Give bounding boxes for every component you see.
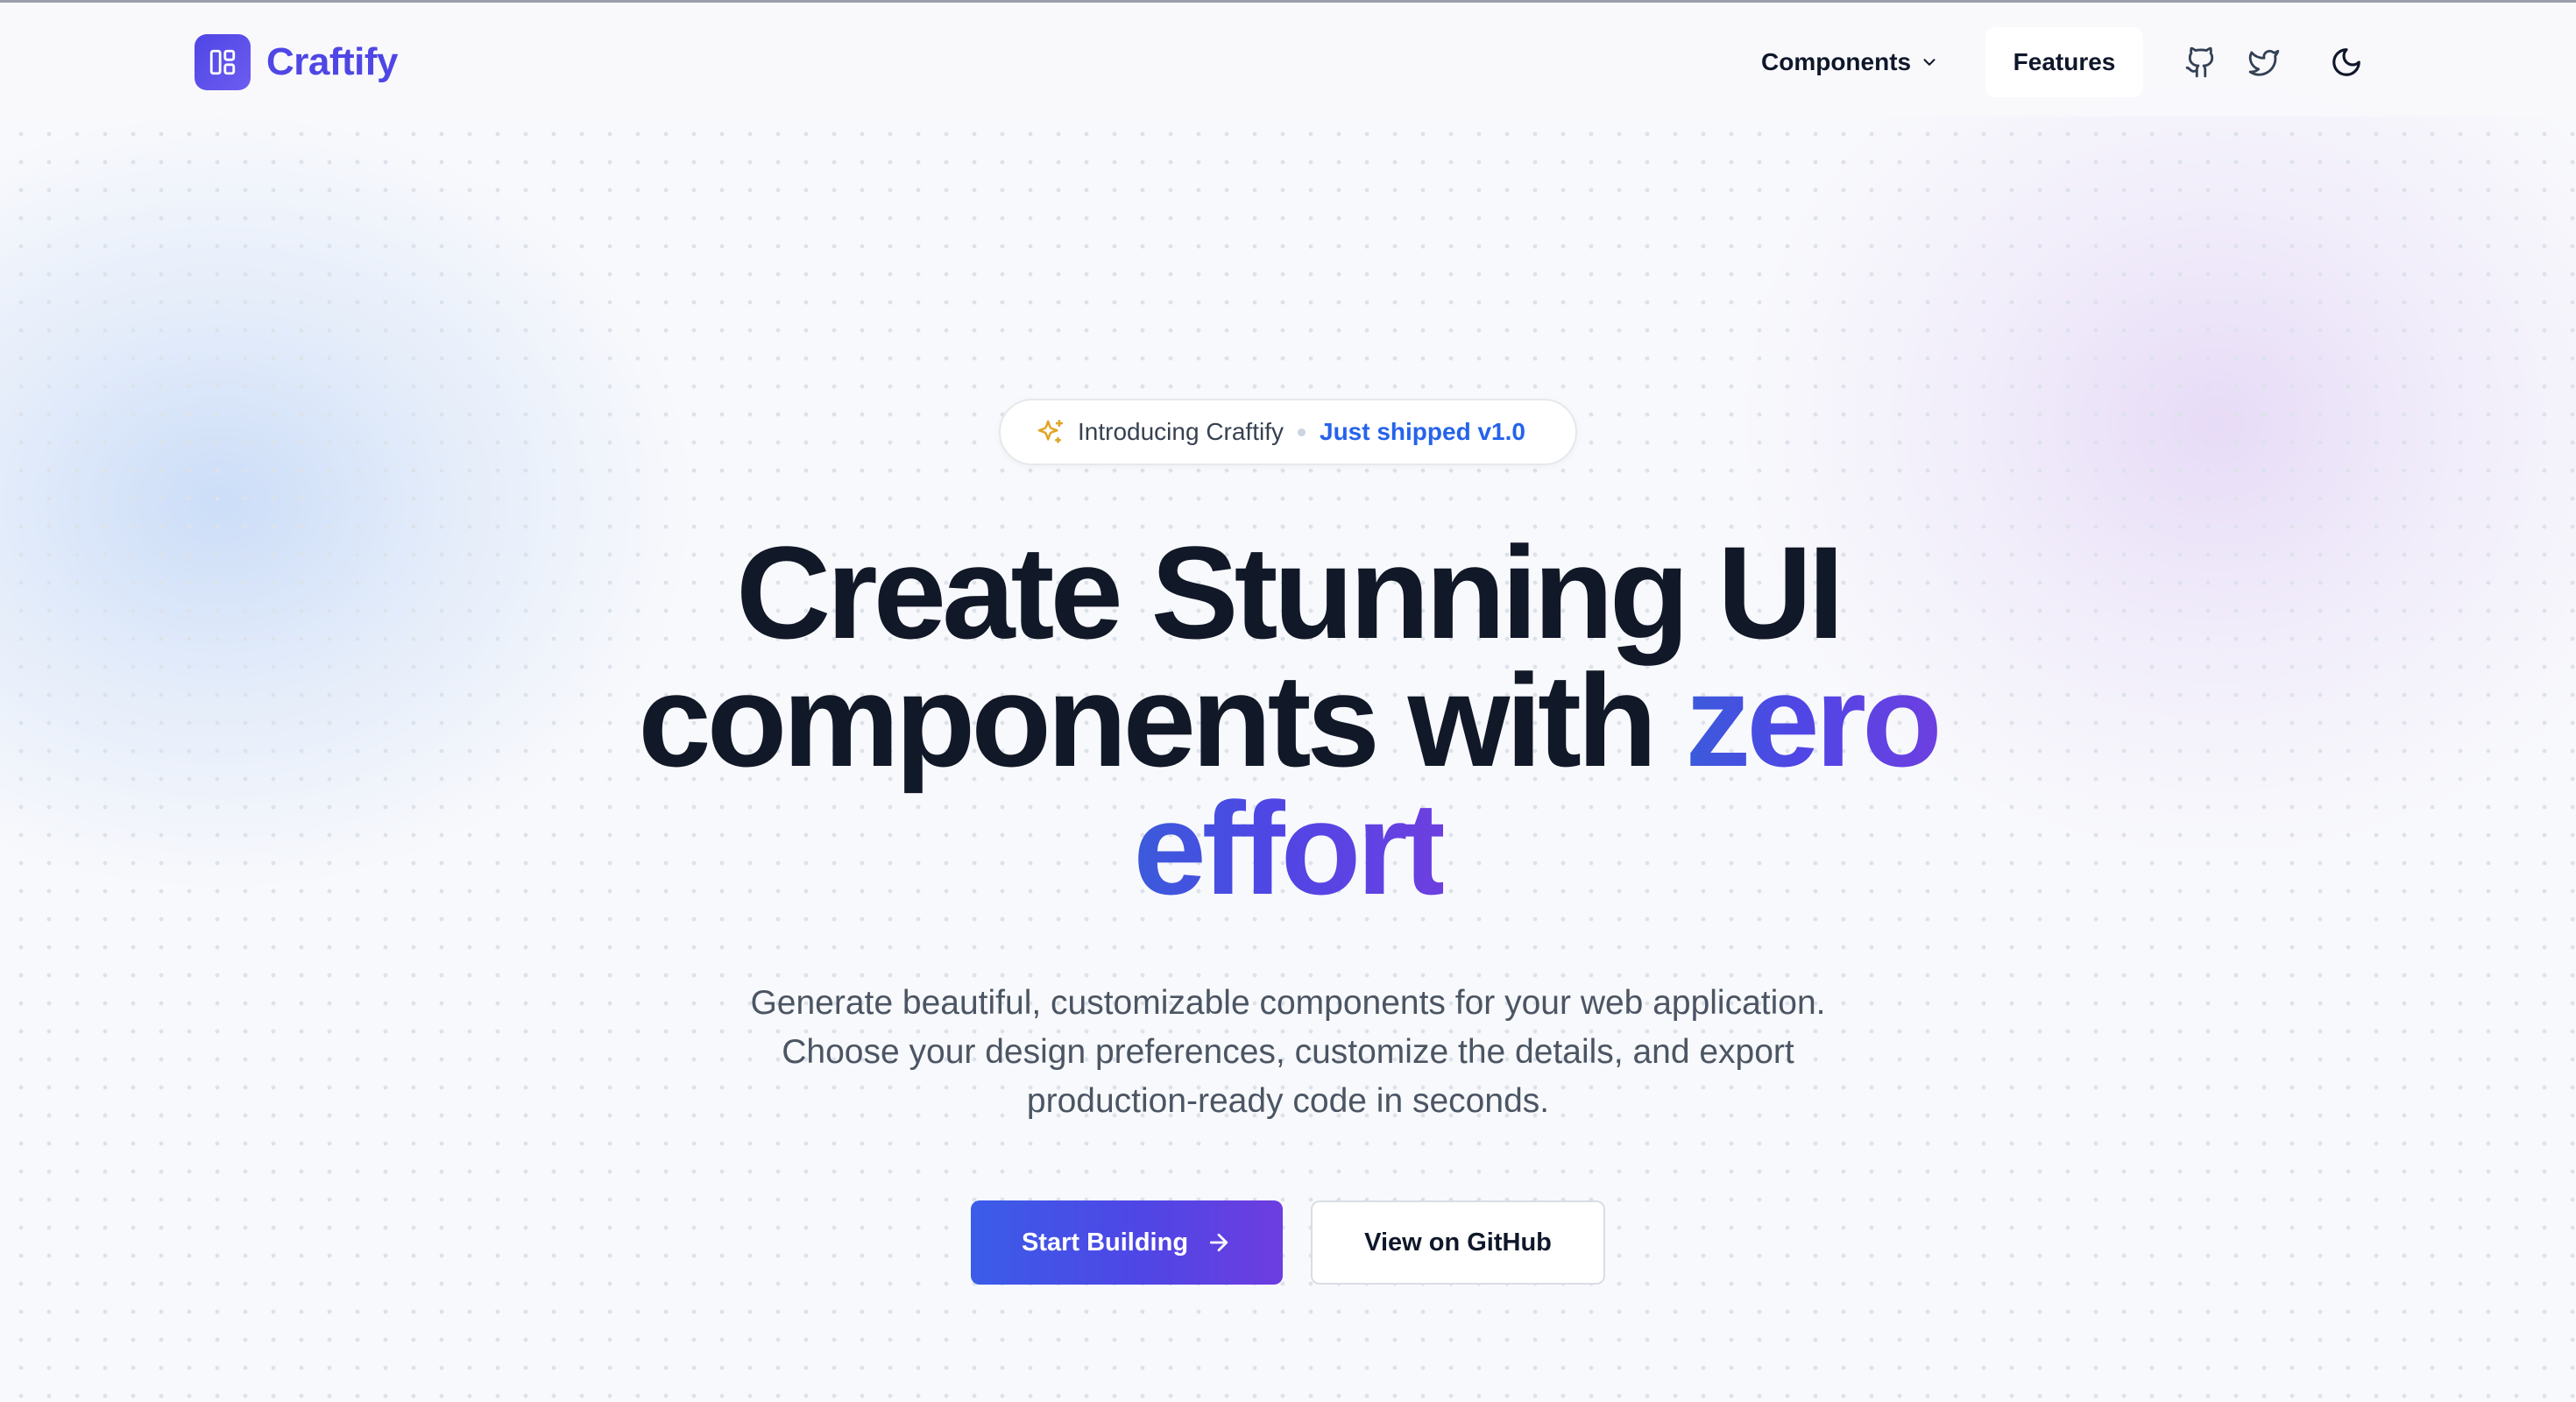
- badge-shipped-text: Just shipped v1.0: [1320, 418, 1525, 445]
- main-nav: Components Features: [0, 27, 2576, 97]
- hero-headline: Create Stunning UI components with zero …: [0, 527, 2576, 914]
- badge-separator-dot: [1298, 428, 1306, 436]
- nav-features-link[interactable]: Features: [1985, 27, 2143, 97]
- view-on-github-button[interactable]: View on GitHub: [1311, 1200, 1605, 1285]
- site-header: Craftify Components Features: [0, 3, 2576, 117]
- headline-line-1: Create Stunning UI: [735, 519, 1844, 666]
- headline-line-2-plain: components with: [638, 647, 1657, 794]
- moon-icon[interactable]: [2327, 43, 2366, 81]
- landing-page: Craftify Components Features Introducing…: [0, 0, 2576, 1402]
- twitter-icon[interactable]: [2245, 43, 2283, 81]
- start-building-button[interactable]: Start Building: [971, 1200, 1283, 1285]
- chevron-down-icon: [1923, 59, 1936, 66]
- nav-components-label: Components: [1761, 48, 1912, 75]
- github-icon[interactable]: [2182, 43, 2220, 81]
- start-building-label: Start Building: [1021, 1228, 1189, 1257]
- nav-features-label: Features: [2013, 48, 2116, 75]
- sparkles-icon: [1037, 419, 1064, 443]
- subtext-line-3: production-ready code in seconds.: [1026, 1082, 1550, 1120]
- subtext-line-2: Choose your design preferences, customiz…: [782, 1033, 1794, 1071]
- headline-accent-zero: zero: [1685, 647, 1942, 794]
- hero-subtext: Generate beautiful, customizable compone…: [675, 979, 1901, 1126]
- headline-accent-effort: effort: [1133, 775, 1447, 922]
- arrow-right-icon: [1209, 1233, 1228, 1252]
- subtext-line-1: Generate beautiful, customizable compone…: [750, 984, 1826, 1022]
- nav-components-dropdown[interactable]: Components: [1761, 39, 1939, 85]
- badge-intro-text: Introducing Craftify: [1078, 418, 1284, 445]
- announcement-badge[interactable]: Introducing Craftify Just shipped v1.0: [999, 399, 1577, 465]
- view-on-github-label: View on GitHub: [1364, 1228, 1552, 1257]
